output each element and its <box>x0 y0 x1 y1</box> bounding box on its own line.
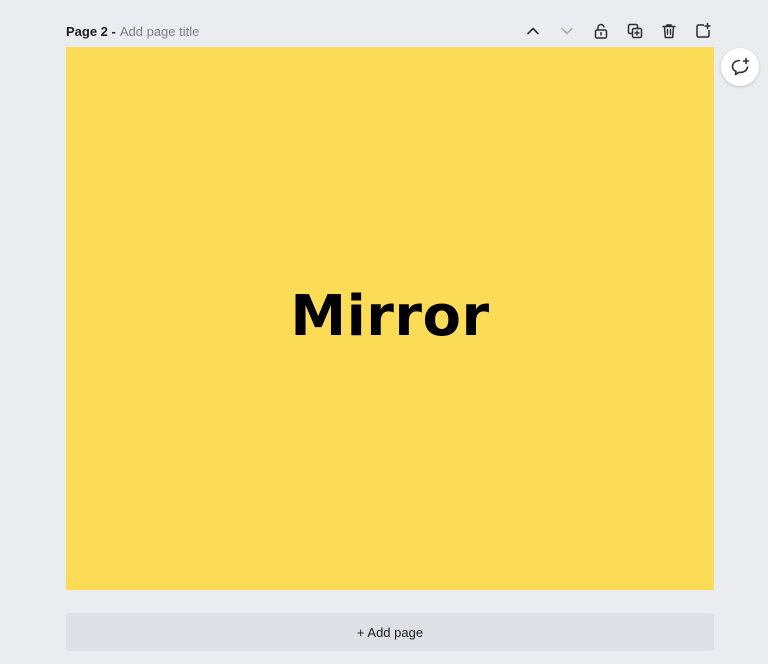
trash-icon <box>662 24 676 39</box>
add-page-label: + Add page <box>356 624 424 640</box>
design-canvas[interactable]: Mirror <box>66 47 714 590</box>
page-toolbar <box>510 20 714 42</box>
add-comment-icon <box>731 57 750 76</box>
add-page-icon <box>696 22 711 38</box>
duplicate-page-button[interactable] <box>624 20 646 42</box>
lock-page-button[interactable] <box>590 20 612 42</box>
chevron-up-icon <box>527 27 539 35</box>
delete-page-button[interactable] <box>658 20 680 42</box>
move-page-down-button[interactable] <box>556 20 578 42</box>
page-header: Page 2 - <box>66 20 714 42</box>
add-page-button[interactable]: + Add page <box>66 613 714 651</box>
chevron-down-icon <box>561 27 573 35</box>
page-number-label: Page 2 - <box>66 23 116 39</box>
duplicate-icon <box>627 23 643 39</box>
canvas-text[interactable]: Mirror <box>290 284 489 349</box>
lock-icon <box>594 23 608 39</box>
page-title-input[interactable] <box>119 23 280 39</box>
add-page-after-button[interactable] <box>692 20 714 42</box>
move-page-up-button[interactable] <box>522 20 544 42</box>
add-comment-button[interactable] <box>721 48 759 86</box>
